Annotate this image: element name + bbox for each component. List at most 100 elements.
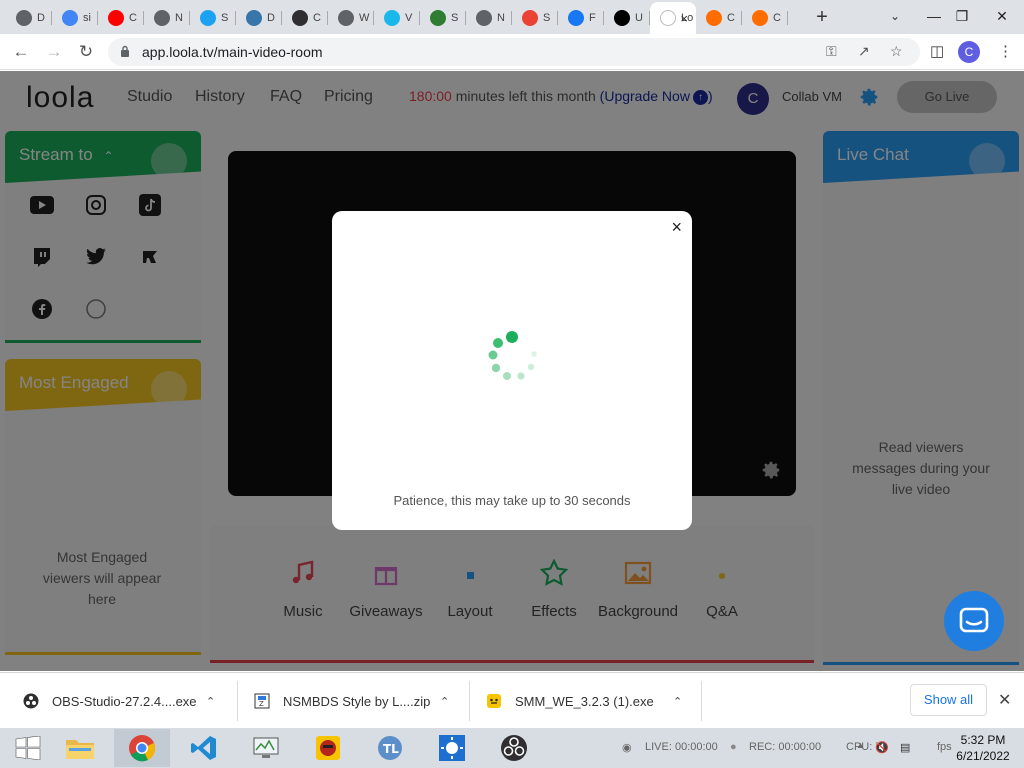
network-icon[interactable]: ▤ — [900, 741, 910, 754]
tab-favicon-icon — [338, 10, 354, 26]
tab-title: C — [129, 12, 137, 24]
browser-tab[interactable]: si — [52, 4, 98, 32]
download-filename: OBS-Studio-27.2.4....exe — [52, 693, 197, 709]
tab-title: F — [589, 12, 596, 24]
obs-live-status: LIVE: 00:00:00 — [645, 741, 718, 753]
window-close-button[interactable]: ✕ — [982, 2, 1022, 30]
folder-icon — [66, 740, 94, 759]
vscode-icon — [191, 736, 216, 760]
url-text[interactable]: app.loola.tv/main-video-room — [142, 44, 323, 60]
tab-title: W — [359, 12, 370, 24]
address-bar[interactable]: app.loola.tv/main-video-room ⚿ ↗ ☆ — [108, 38, 920, 66]
browser-tab[interactable]: C — [282, 4, 328, 32]
browser-tab[interactable]: S — [420, 4, 466, 32]
tab-favicon-icon — [614, 10, 630, 26]
taskbar-game-app[interactable] — [300, 729, 356, 767]
forward-button[interactable]: → — [42, 40, 66, 64]
sun-app-icon — [439, 735, 465, 761]
tab-title: D — [267, 12, 275, 24]
new-tab-button[interactable]: + — [812, 6, 832, 29]
browser-tab[interactable]: N — [466, 4, 512, 32]
browser-tab[interactable]: W — [328, 4, 374, 32]
obs-rec-status: REC: 00:00:00 — [749, 741, 822, 753]
divider — [701, 681, 702, 721]
taskbar-tl-app[interactable]: TL — [362, 729, 418, 767]
show-all-downloads-button[interactable]: Show all — [910, 684, 987, 716]
tab-favicon-icon — [108, 10, 124, 26]
tab-title: V — [405, 12, 413, 24]
tab-favicon-icon — [16, 10, 32, 26]
chevron-up-icon[interactable]: ⌃ — [440, 695, 449, 708]
obs-rec-icon: ● — [730, 741, 737, 753]
obs-live-icon: ◉ — [622, 742, 632, 754]
volume-muted-icon[interactable]: 🔇 — [875, 741, 889, 754]
tab-close-button[interactable]: × — [680, 11, 688, 26]
tab-search-chevron-icon[interactable]: ⌄ — [890, 9, 900, 23]
browser-tab[interactable]: N — [144, 4, 190, 32]
loading-message: Patience, this may take up to 30 seconds — [393, 493, 631, 508]
tray-chevron-up-icon[interactable]: ▲ — [856, 740, 865, 750]
browser-tab[interactable]: C — [696, 4, 742, 32]
bookmark-star-icon[interactable]: ☆ — [890, 43, 903, 60]
game-app-icon — [316, 736, 340, 760]
profile-avatar[interactable]: C — [958, 41, 980, 63]
download-filename: SMM_WE_3.2.3 (1).exe — [515, 693, 654, 709]
browser-tab[interactable]: S — [512, 4, 558, 32]
browser-tab[interactable]: F — [558, 4, 604, 32]
browser-tab[interactable]: C — [98, 4, 144, 32]
start-button[interactable] — [0, 729, 56, 767]
browser-tab-strip: Dsi C N S D C W V S N S F U Lo × C C + ⌄ — ❐ ✕ — [0, 0, 1024, 34]
clock-date: 6/21/2022 — [956, 749, 1010, 763]
taskbar-vscode[interactable] — [176, 729, 232, 767]
browser-tab[interactable]: S — [190, 4, 236, 32]
system-clock[interactable]: 5:32 PM 6/21/2022 — [953, 732, 1013, 764]
back-button[interactable]: ← — [9, 40, 33, 64]
taskbar-chrome[interactable] — [114, 729, 170, 767]
download-item[interactable]: OBS-Studio-27.2.4....exe ⌃ — [22, 673, 232, 729]
side-panel-icon[interactable]: ◫ — [930, 42, 944, 60]
browser-tab[interactable]: D — [6, 4, 52, 32]
exe-file-icon — [485, 692, 503, 710]
tl-app-icon: TL — [378, 736, 402, 760]
chevron-up-icon[interactable]: ⌃ — [206, 695, 215, 708]
taskbar-file-explorer[interactable] — [52, 729, 108, 767]
svg-text:Z: Z — [259, 700, 264, 708]
tab-favicon-icon — [706, 10, 722, 26]
browser-toolbar: ← → ↻ app.loola.tv/main-video-room ⚿ ↗ ☆… — [0, 34, 1024, 70]
browser-tab[interactable]: Lo × — [650, 2, 696, 34]
browser-tab[interactable]: V — [374, 4, 420, 32]
windows-taskbar: TL ◉ LIVE: 00:00:00 ● REC: 00:00:00 CPU:… — [0, 728, 1024, 768]
tab-favicon-icon — [62, 10, 78, 26]
obs-fps-status: fps — [937, 741, 952, 753]
taskbar-task-manager[interactable] — [238, 729, 294, 767]
lock-icon[interactable] — [120, 45, 130, 57]
tab-divider — [787, 11, 788, 25]
browser-tab[interactable]: D — [236, 4, 282, 32]
tab-title: U — [635, 12, 643, 24]
restore-button[interactable]: ❐ — [942, 2, 982, 30]
chevron-up-icon[interactable]: ⌃ — [673, 695, 682, 708]
tab-title: N — [497, 12, 505, 24]
share-icon[interactable]: ↗ — [858, 43, 870, 60]
download-item[interactable]: SMM_WE_3.2.3 (1).exe ⌃ — [485, 673, 695, 729]
tab-favicon-icon — [660, 10, 676, 26]
download-item[interactable]: Z NSMBDS Style by L....zip ⌃ — [253, 673, 463, 729]
tab-title: C — [313, 12, 321, 24]
loading-spinner — [488, 331, 537, 380]
modal-close-button[interactable]: × — [671, 217, 682, 238]
obs-icon — [501, 735, 527, 761]
support-chat-button[interactable] — [944, 591, 1004, 651]
tab-favicon-icon — [292, 10, 308, 26]
reload-button[interactable]: ↻ — [74, 40, 98, 64]
taskbar-obs[interactable] — [486, 729, 542, 767]
download-bar-close-button[interactable]: ✕ — [998, 690, 1011, 710]
menu-kebab-icon[interactable]: ⋮ — [998, 42, 1013, 60]
obs-file-icon — [22, 692, 40, 710]
tab-favicon-icon — [568, 10, 584, 26]
tab-title: C — [727, 12, 735, 24]
browser-tab[interactable]: C — [742, 4, 788, 32]
browser-tab[interactable]: U — [604, 4, 650, 32]
key-icon[interactable]: ⚿ — [826, 43, 837, 60]
taskbar-sun-app[interactable] — [424, 729, 480, 767]
tab-favicon-icon — [246, 10, 262, 26]
